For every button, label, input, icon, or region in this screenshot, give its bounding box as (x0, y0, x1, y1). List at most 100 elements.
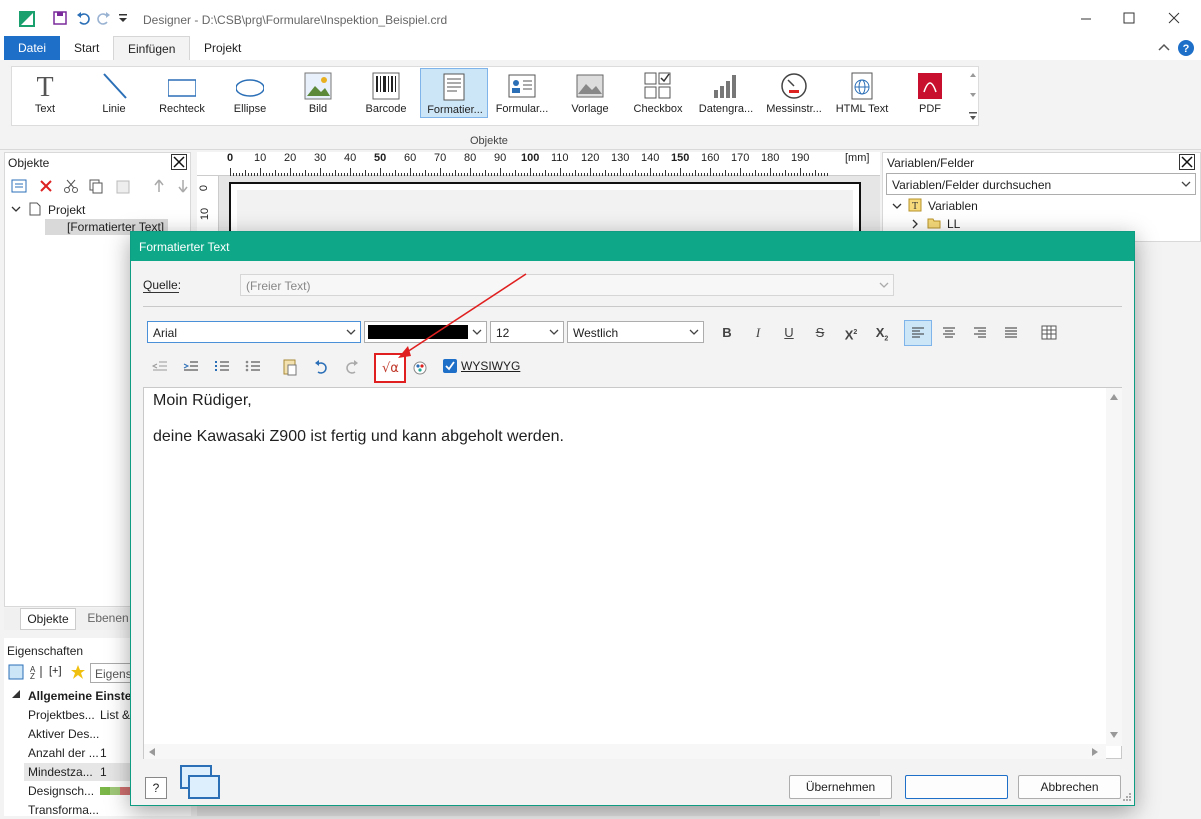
tree-root-label[interactable]: Projekt (48, 203, 85, 217)
dialog-redo-icon[interactable] (341, 356, 363, 378)
align-center-icon[interactable] (937, 322, 961, 344)
underline-icon[interactable]: U (778, 322, 800, 344)
insert-rectangle-button[interactable]: Rechteck (149, 68, 215, 118)
ok-button[interactable] (905, 775, 1008, 799)
tab-datei[interactable]: Datei (4, 36, 61, 60)
tab-einfuegen[interactable]: Einfügen (113, 36, 191, 60)
apply-button[interactable]: Übernehmen (789, 775, 892, 799)
paste-special-icon[interactable] (279, 356, 301, 378)
maximize-icon[interactable] (1119, 8, 1139, 28)
bold-icon[interactable]: B (716, 322, 738, 344)
insert-checkbox-button[interactable]: Checkbox (625, 68, 691, 118)
italic-icon[interactable]: I (747, 322, 769, 344)
insert-barcode-button[interactable]: Barcode (353, 68, 419, 118)
quick-access-menu-icon[interactable] (118, 12, 128, 24)
tree-expand-icon[interactable] (11, 204, 21, 214)
table-icon[interactable] (1038, 322, 1060, 344)
scroll-right-icon[interactable] (1092, 748, 1098, 756)
delete-icon[interactable] (38, 178, 54, 194)
dialog-undo-icon[interactable] (310, 356, 332, 378)
insert-chart-button[interactable]: Datengra... (693, 68, 759, 118)
scroll-up-icon[interactable] (1110, 394, 1118, 400)
insert-text-button[interactable]: T Text (12, 68, 78, 118)
vertical-scrollbar[interactable] (1106, 388, 1122, 746)
insert-line-button[interactable]: Linie (81, 68, 147, 118)
expand-all-label[interactable]: [+] (49, 665, 62, 677)
variables-tree-child[interactable]: LL (947, 217, 960, 231)
ruler-mark (332, 173, 333, 176)
variables-panel-close-icon[interactable] (1179, 154, 1195, 170)
cancel-button[interactable]: Abbrechen (1018, 775, 1121, 799)
insert-template-button[interactable]: Vorlage (557, 68, 623, 118)
dialog-title-bar[interactable]: Formatierter Text (131, 232, 1134, 261)
ruler-mark (398, 173, 399, 176)
ll-expand-icon[interactable] (911, 219, 919, 229)
numbered-list-icon[interactable] (211, 356, 233, 378)
copy-icon[interactable] (88, 178, 104, 194)
strikethrough-icon[interactable]: S (809, 322, 831, 344)
scroll-down-icon[interactable] (1110, 732, 1118, 738)
ruler-mark (311, 173, 312, 176)
favorites-star-icon[interactable] (70, 664, 86, 680)
justify-icon[interactable] (999, 322, 1023, 344)
close-icon[interactable] (1164, 8, 1184, 28)
insert-form-button[interactable]: Formular... (489, 68, 555, 118)
save-icon[interactable] (53, 11, 67, 25)
move-down-icon[interactable] (177, 178, 189, 194)
scroll-left-icon[interactable] (149, 748, 155, 756)
ruler-mark (812, 173, 813, 176)
resize-grip-icon[interactable] (1122, 792, 1132, 802)
redo-icon[interactable] (97, 11, 111, 25)
undo-icon[interactable] (76, 11, 90, 25)
tab-projekt[interactable]: Projekt (190, 36, 255, 60)
align-left-button[interactable] (904, 320, 932, 346)
move-up-icon[interactable] (153, 178, 165, 194)
tab-objekte[interactable]: Objekte (20, 608, 76, 630)
variables-tree-root[interactable]: Variablen (928, 199, 978, 213)
ruler-mark (320, 168, 321, 176)
font-select[interactable]: Arial (147, 321, 361, 343)
window-switch-icon[interactable] (179, 764, 221, 802)
properties-list-icon[interactable] (11, 178, 27, 194)
ruler-mark (599, 173, 600, 176)
help-button[interactable]: ? (145, 777, 167, 799)
source-select[interactable]: (Freier Text) (240, 274, 894, 296)
ruler-mark (746, 173, 747, 176)
ruler-mark (815, 170, 816, 176)
insert-image-button[interactable]: Bild (285, 68, 351, 118)
subscript-icon[interactable]: X2 (871, 322, 893, 344)
sort-az-icon[interactable]: AZ (29, 664, 45, 680)
paste-icon[interactable] (115, 178, 131, 194)
tab-start[interactable]: Start (60, 36, 113, 60)
help-icon[interactable]: ? (1177, 39, 1195, 57)
collapse-ribbon-icon[interactable] (1158, 42, 1170, 52)
group-collapse-icon[interactable] (12, 690, 20, 698)
superscript-icon[interactable]: X2 (840, 322, 862, 344)
script-select[interactable]: Westlich (567, 321, 704, 343)
ribbon-expand-icon[interactable] (968, 110, 978, 122)
minimize-icon[interactable] (1076, 8, 1096, 28)
align-right-icon[interactable] (968, 322, 992, 344)
insert-ellipse-button[interactable]: Ellipse (217, 68, 283, 118)
horizontal-scrollbar[interactable] (144, 744, 1106, 759)
project-icon (29, 202, 41, 216)
categorized-view-icon[interactable] (8, 664, 24, 680)
bullet-list-icon[interactable] (242, 356, 264, 378)
ruler-mark (440, 168, 441, 176)
tab-ebenen[interactable]: Ebenen (80, 608, 136, 630)
ribbon-scroll-down-icon[interactable] (968, 90, 978, 100)
ruler-mark (551, 173, 552, 176)
rich-text-editor[interactable]: Moin Rüdiger, deine Kawasaki Z900 ist fe… (143, 387, 1122, 759)
insert-gauge-button[interactable]: Messinstr... (761, 68, 827, 118)
outdent-icon[interactable] (149, 356, 171, 378)
variables-search-input[interactable]: Variablen/Felder durchsuchen (886, 173, 1196, 195)
objects-panel-close-icon[interactable] (171, 154, 187, 170)
variables-tree-expand-icon[interactable] (892, 201, 902, 211)
insert-formatted-text-button[interactable]: Formatier... (420, 68, 488, 118)
insert-html-button[interactable]: HTML Text (829, 68, 895, 118)
insert-pdf-button[interactable]: PDF (897, 68, 963, 118)
indent-icon[interactable] (180, 356, 202, 378)
folder-icon (927, 217, 941, 229)
ribbon-scroll-up-icon[interactable] (968, 70, 978, 80)
cut-icon[interactable] (63, 178, 79, 194)
